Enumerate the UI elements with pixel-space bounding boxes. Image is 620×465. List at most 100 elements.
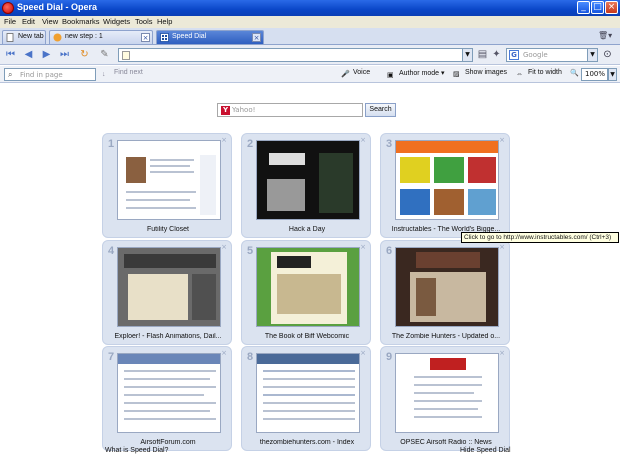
close-icon[interactable]: × xyxy=(499,243,505,251)
search-engine-field[interactable]: G Google ▼ xyxy=(506,48,598,62)
close-icon[interactable]: × xyxy=(221,243,227,251)
close-icon[interactable]: × xyxy=(221,136,227,144)
search-placeholder: Google xyxy=(523,51,548,59)
menu-help[interactable]: Help xyxy=(157,17,172,26)
menu-bookmarks[interactable]: Bookmarks xyxy=(62,17,100,26)
yahoo-search-input[interactable]: Y Yahoo! xyxy=(217,103,363,117)
menu-bar: File Edit View Bookmarks Widgets Tools H… xyxy=(0,16,620,28)
close-icon[interactable]: × xyxy=(499,136,505,144)
dial-number: 8 xyxy=(247,351,254,363)
fit-to-width-button[interactable]: ⇔ Fit to width xyxy=(516,69,562,81)
find-next-button[interactable]: ↓ Find next xyxy=(102,69,143,81)
speed-dial-1[interactable]: 1 × Futility Closet xyxy=(102,133,232,238)
speed-dial-9[interactable]: 9 × OPSEC Airsoft Radio :: News xyxy=(380,346,510,451)
dial-number: 7 xyxy=(108,351,115,363)
new-tab-button[interactable]: New tab xyxy=(2,30,46,44)
rewind-icon[interactable]: ⏮ xyxy=(4,49,17,62)
close-icon[interactable]: × xyxy=(360,136,366,144)
dial-number: 1 xyxy=(108,138,115,150)
bookmark-page-icon[interactable]: ▤ xyxy=(476,49,489,62)
maximize-button[interactable]: □ xyxy=(591,1,604,14)
hide-speed-dial-link[interactable]: Hide Speed Dial xyxy=(460,447,511,454)
close-icon[interactable]: × xyxy=(499,349,505,357)
author-mode-button[interactable]: ▣ Author mode ▾ xyxy=(387,69,445,81)
speed-dial-2[interactable]: 2 × Hack a Day xyxy=(241,133,371,238)
find-placeholder: Find in page xyxy=(20,71,63,79)
dial-caption: OPSEC Airsoft Radio :: News xyxy=(400,439,492,446)
tab-close-icon[interactable]: × xyxy=(141,33,150,42)
address-field[interactable]: ▼ xyxy=(118,48,473,62)
thumbnail xyxy=(117,353,221,433)
menu-file[interactable]: File xyxy=(4,17,16,26)
tab-speed-dial[interactable]: Speed Dial × xyxy=(156,30,264,44)
thumbnail xyxy=(256,247,360,327)
dial-number: 3 xyxy=(386,138,393,150)
speed-dial-4[interactable]: 4 × Exploer! - Flash Animations, Dail... xyxy=(102,240,232,345)
thumbnail xyxy=(395,140,499,220)
forward-icon[interactable]: ▶ xyxy=(40,49,53,62)
speed-dial-5[interactable]: 5 × The Book of Biff Webcomic xyxy=(241,240,371,345)
fit-to-width-label: Fit to width xyxy=(528,69,562,76)
page-icon xyxy=(122,51,130,60)
menu-tools[interactable]: Tools xyxy=(135,17,153,26)
close-button[interactable]: × xyxy=(605,1,618,14)
back-icon[interactable]: ◀ xyxy=(22,49,35,62)
wand-icon[interactable]: ✦ xyxy=(490,49,503,62)
menu-edit[interactable]: Edit xyxy=(22,17,35,26)
site-favicon-icon xyxy=(53,33,62,42)
menu-view[interactable]: View xyxy=(42,17,58,26)
tab-new-step[interactable]: new step : 1 × xyxy=(49,30,153,44)
opera-logo-icon xyxy=(2,2,14,14)
dial-caption: Futility Closet xyxy=(146,226,189,233)
chevron-down-icon[interactable]: ▼ xyxy=(587,49,597,61)
dial-number: 4 xyxy=(108,245,115,257)
tab-close-icon[interactable]: × xyxy=(252,33,261,42)
dial-number: 9 xyxy=(386,351,393,363)
dial-caption: The Book of Biff Webcomic xyxy=(264,333,350,340)
zoom-field[interactable]: 100% xyxy=(581,68,608,81)
voice-button[interactable]: 🎤 Voice xyxy=(341,69,370,80)
find-in-page-input[interactable]: ⌕ Find in page xyxy=(4,68,96,81)
chevron-down-icon[interactable]: ▼ xyxy=(608,68,617,81)
show-images-label: Show images xyxy=(465,69,508,76)
binoculars-icon[interactable]: ⊙ xyxy=(601,49,614,62)
what-is-speed-dial-link[interactable]: What is Speed Dial? xyxy=(105,447,168,454)
chevron-down-icon[interactable]: ▼ xyxy=(462,49,472,61)
speed-dial-6[interactable]: 6 × The Zombie Hunters - Updated o... xyxy=(380,240,510,345)
yahoo-icon: Y xyxy=(221,106,230,115)
speed-dial-3[interactable]: 3 × Instructables - The World's Bigge... xyxy=(380,133,510,238)
title-bar: Speed Dial - Opera _ □ × xyxy=(0,0,620,16)
minimize-button[interactable]: _ xyxy=(577,1,590,14)
fit-width-icon: ⇔ xyxy=(516,71,523,78)
thumbnail xyxy=(117,140,221,220)
dial-caption: Exploer! - Flash Animations, Dail... xyxy=(114,333,222,340)
search-button[interactable]: Search xyxy=(365,103,396,117)
tab-label: new step : 1 xyxy=(65,33,103,40)
voice-label: Voice xyxy=(353,69,371,76)
find-toolbar: ⌕ Find in page ↓ Find next 🎤 Voice ▣ Author… xyxy=(0,66,620,83)
speed-dial-page: Y Yahoo! Search 1 × Futility Closet 2 × … xyxy=(0,84,620,465)
close-icon[interactable]: × xyxy=(360,349,366,357)
thumbnail xyxy=(256,353,360,433)
trash-icon[interactable]: 🗑▾ xyxy=(598,31,616,42)
show-images-button[interactable]: ▨ Show images xyxy=(453,69,507,80)
close-icon[interactable]: × xyxy=(360,243,366,251)
edit-pen-icon[interactable]: ✎ xyxy=(98,49,111,62)
reload-icon[interactable]: ↻ xyxy=(78,49,91,62)
dial-number: 2 xyxy=(247,138,254,150)
menu-widgets[interactable]: Widgets xyxy=(103,17,130,26)
find-next-label: Find next xyxy=(114,69,143,76)
zoom-icon: 🔍 xyxy=(570,70,579,77)
new-tab-icon xyxy=(6,33,14,42)
close-icon[interactable]: × xyxy=(221,349,227,357)
fast-forward-icon[interactable]: ⏭ xyxy=(58,49,71,62)
dial-number: 6 xyxy=(386,245,393,257)
speed-dial-7[interactable]: 7 × AirsoftForum.com xyxy=(102,346,232,451)
tab-label: Speed Dial xyxy=(172,33,207,40)
thumbnail xyxy=(395,353,499,433)
tooltip: Click to go to http://www.instructables.… xyxy=(461,232,619,243)
speed-dial-8[interactable]: 8 × thezombiehunters.com - Index xyxy=(241,346,371,451)
thumbnail xyxy=(117,247,221,327)
tab-bar: New tab new step : 1 × Speed Dial × 🗑▾ xyxy=(0,28,620,45)
dial-caption: AirsoftForum.com xyxy=(140,439,196,446)
